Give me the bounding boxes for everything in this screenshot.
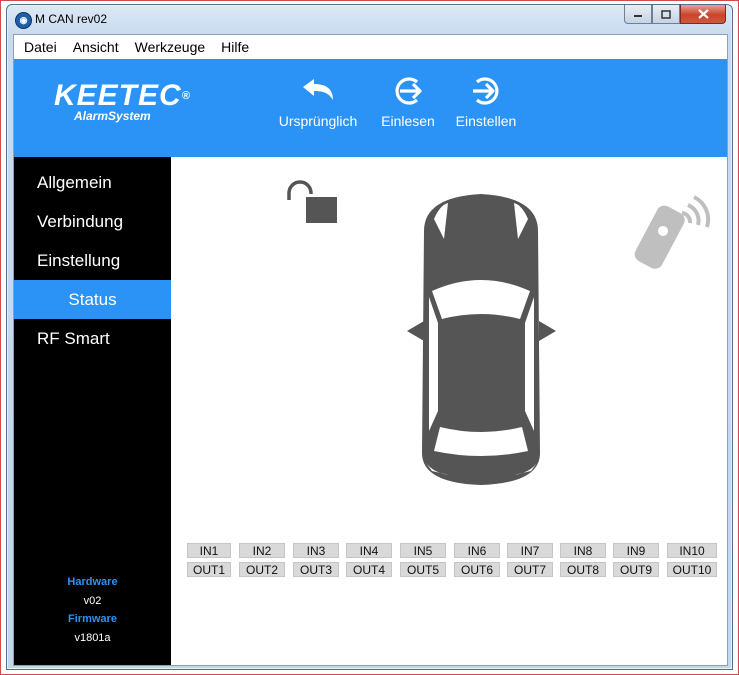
read-icon [395,77,422,105]
output-indicator-out2: OUT2 [239,562,285,577]
output-indicator-out6: OUT6 [454,562,500,577]
minimize-icon[interactable] [624,5,652,24]
input-indicator-in3: IN3 [293,543,339,558]
output-indicator-out4: OUT4 [346,562,392,577]
keetec-logo: KEETEC® AlarmSystem [54,79,191,124]
original-button[interactable]: Ursprünglich [268,69,368,129]
window-controls [624,5,726,25]
sidebar: Allgemein Verbindung Einstellung Status … [14,157,171,665]
menu-hilfe[interactable]: Hilfe [221,39,249,55]
header-bar: KEETEC® AlarmSystem Ursprünglich Einlese… [14,59,727,157]
menu-datei[interactable]: Datei [24,39,57,55]
read-button[interactable]: Einlesen [373,69,443,129]
write-icon [473,77,499,105]
client-area: Datei Ansicht Werkzeuge Hilfe KEETEC® Al… [13,34,728,666]
read-button-label: Einlesen [381,113,435,129]
firmware-label: Firmware [68,613,117,625]
output-indicator-out5: OUT5 [400,562,446,577]
sidebar-item-rf-smart[interactable]: RF Smart [14,319,171,358]
input-indicator-in8: IN8 [560,543,606,558]
status-panel: IN1 IN2 IN3 IN4 IN5 IN6 IN7 IN8 IN9 IN10… [171,157,727,665]
input-indicator-in9: IN9 [613,543,659,558]
input-indicator-in2: IN2 [239,543,285,558]
input-indicator-in5: IN5 [400,543,446,558]
sidebar-item-allgemein[interactable]: Allgemein [14,163,171,202]
output-indicator-out7: OUT7 [507,562,553,577]
close-icon[interactable] [680,5,726,24]
menu-bar: Datei Ansicht Werkzeuge Hilfe [14,35,727,59]
remote-signal-icon [634,195,711,269]
app-icon: ◉ [15,12,32,29]
window-title: M CAN rev02 [35,12,108,26]
sidebar-item-verbindung[interactable]: Verbindung [14,202,171,241]
output-indicator-out9: OUT9 [613,562,659,577]
write-button-label: Einstellen [455,113,517,129]
car-top-view-icon [407,194,556,485]
original-button-label: Ursprünglich [278,113,358,129]
input-indicator-in4: IN4 [346,543,392,558]
output-indicator-out1: OUT1 [187,562,231,577]
output-indicator-out3: OUT3 [293,562,339,577]
maximize-icon[interactable] [652,5,680,24]
hardware-version: v02 [83,595,102,607]
hardware-label: Hardware [67,576,118,588]
firmware-version: v1801a [74,632,111,644]
output-indicator-out10: OUT10 [667,562,717,577]
input-indicator-in1: IN1 [187,543,231,558]
sidebar-item-status[interactable]: Status [14,280,171,319]
input-indicator-in10: IN10 [667,543,717,558]
menu-ansicht[interactable]: Ansicht [73,39,119,55]
app-window: ◉ M CAN rev02 Datei Ansicht Werkzeuge Hi… [6,4,733,670]
undo-arrow-icon [303,79,333,100]
logo-registered: ® [181,90,191,102]
unlocked-padlock-icon [287,180,337,223]
logo-text: KEETEC [54,79,182,112]
write-button[interactable]: Einstellen [446,69,526,129]
menu-werkzeuge[interactable]: Werkzeuge [135,39,206,55]
input-indicator-in6: IN6 [454,543,500,558]
title-bar[interactable]: ◉ M CAN rev02 [7,5,732,35]
sidebar-item-einstellung[interactable]: Einstellung [14,241,171,280]
output-indicator-out8: OUT8 [560,562,606,577]
input-indicator-in7: IN7 [507,543,553,558]
